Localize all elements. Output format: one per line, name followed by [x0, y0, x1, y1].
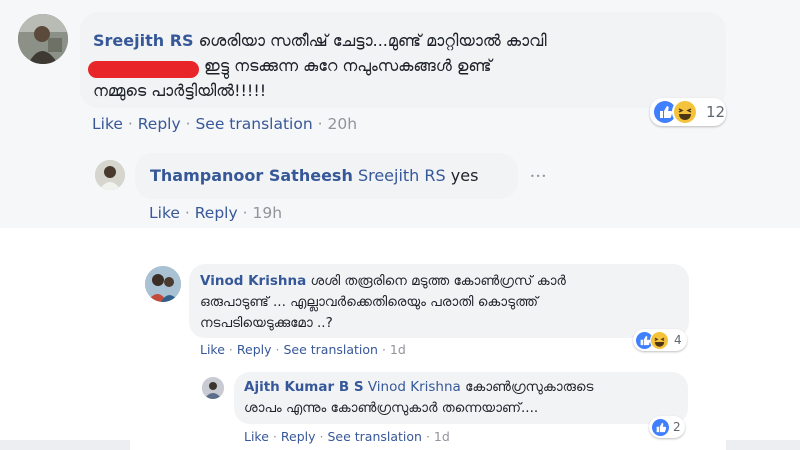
like-reaction-icon [652, 418, 669, 436]
reply-bubble: Ajith Kumar B S Vinod Krishna കോൺഗ്രസുകാ… [234, 372, 688, 424]
comment-actions: Like · Reply · See translation · 1d [200, 342, 406, 357]
comment-text: ശശി തരൂരിനെ മടുത്ത കോൺഗ്രസ് കാർ [310, 273, 566, 289]
comment-text: നമ്മുടെ പാർട്ടിയിൽ!!!!! [93, 81, 267, 100]
see-translation-link[interactable]: See translation [327, 429, 422, 444]
separator: · [425, 429, 430, 444]
reaction-count: 2 [673, 420, 681, 434]
screenshot-gap [0, 228, 800, 252]
comment-text: ശാപം എന്നും കോൺഗ്രസുകാർ തന്നെയാണ്.... [244, 400, 539, 416]
separator: · [381, 342, 386, 357]
separator: · [272, 429, 277, 444]
like-button[interactable]: Like [244, 429, 269, 444]
comment-actions: Like · Reply · 19h [149, 204, 282, 222]
separator: · [317, 115, 323, 133]
more-options-icon[interactable]: ••• [530, 172, 547, 181]
timestamp[interactable]: 1d [390, 342, 406, 357]
separator: · [242, 204, 248, 222]
reply-button[interactable]: Reply [195, 204, 238, 222]
comment-author[interactable]: Thampanoor Satheesh [150, 166, 353, 185]
redaction-mark [88, 61, 199, 78]
reaction-summary[interactable]: 4 [633, 329, 687, 351]
like-button[interactable]: Like [92, 115, 123, 133]
separator: · [184, 204, 190, 222]
comment-text: നടപടിയെടുക്കുമോ ..? [200, 315, 333, 331]
like-button[interactable]: Like [200, 342, 225, 357]
comment-text: ഇട്ടു നടക്കുന്ന കുറേ നപുംസകങ്ങൾ ഉണ്ട് [204, 56, 492, 75]
separator: · [319, 429, 324, 444]
comment-author[interactable]: Ajith Kumar B S [244, 379, 364, 395]
haha-reaction-icon [672, 99, 698, 125]
see-translation-link[interactable]: See translation [195, 115, 312, 133]
comment-actions: Like · Reply · See translation · 20h [92, 115, 357, 133]
avatar[interactable] [145, 266, 181, 302]
comment-text: yes [450, 166, 479, 185]
haha-reaction-icon [650, 330, 669, 350]
comment-bubble: Vinod Krishna ശശി തരൂരിനെ മടുത്ത കോൺഗ്രസ… [189, 264, 689, 338]
like-button[interactable]: Like [149, 204, 180, 222]
see-translation-link[interactable]: See translation [283, 342, 378, 357]
avatar[interactable] [95, 160, 125, 190]
separator: · [185, 115, 191, 133]
timestamp[interactable]: 19h [252, 204, 282, 222]
bottom-left-gap [0, 440, 130, 450]
comment-text: ഒരുപാടുണ്ട് ... എല്ലാവർക്കെതിരെയും പരാതി… [200, 294, 538, 310]
separator: · [127, 115, 133, 133]
reply-button[interactable]: Reply [138, 115, 181, 133]
comment-text: കോൺഗ്രസുകാരുടെ [465, 379, 594, 395]
comment-text: ശെരിയാ സതീഷ് ചേട്ടാ...മുണ്ട് മാറ്റിയാൽ ക… [198, 31, 547, 50]
avatar[interactable] [18, 14, 68, 64]
separator: · [228, 342, 233, 357]
bottom-right-gap [726, 440, 800, 450]
reaction-summary[interactable]: 12 [650, 98, 726, 126]
separator: · [275, 342, 280, 357]
reply-bubble: Thampanoor Satheesh Sreejith RS yes [135, 153, 518, 199]
timestamp[interactable]: 20h [327, 115, 357, 133]
reaction-count: 4 [674, 333, 682, 347]
reaction-count: 12 [706, 103, 726, 121]
mention-link[interactable]: Sreejith RS [358, 166, 446, 185]
timestamp[interactable]: 1d [434, 429, 450, 444]
mention-link[interactable]: Vinod Krishna [368, 379, 461, 395]
comment-author[interactable]: Vinod Krishna [200, 273, 306, 289]
comment-bubble: Sreejith RS ശെരിയാ സതീഷ് ചേട്ടാ...മുണ്ട്… [80, 12, 726, 108]
comment-author[interactable]: Sreejith RS [93, 31, 194, 50]
reaction-summary[interactable]: 2 [649, 416, 685, 438]
avatar[interactable] [202, 377, 224, 399]
reply-button[interactable]: Reply [281, 429, 316, 444]
comment-actions: Like · Reply · See translation · 1d [244, 429, 450, 444]
reply-button[interactable]: Reply [237, 342, 272, 357]
